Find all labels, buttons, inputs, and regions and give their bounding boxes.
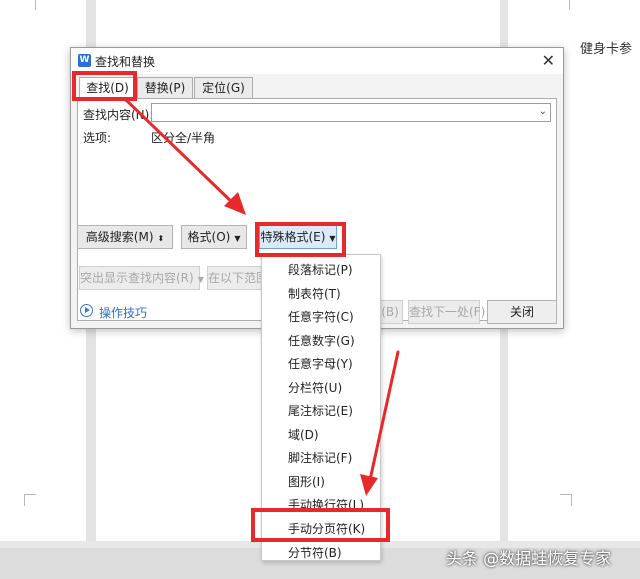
arrow-2-head [360, 474, 378, 496]
arrow-2-shaft [368, 350, 400, 482]
arrow-1-head [224, 192, 246, 215]
watermark: 头条 @数据蛙恢复专家 [446, 549, 612, 568]
annotation-arrows [124, 98, 400, 496]
arrow-1-shaft [124, 98, 238, 208]
